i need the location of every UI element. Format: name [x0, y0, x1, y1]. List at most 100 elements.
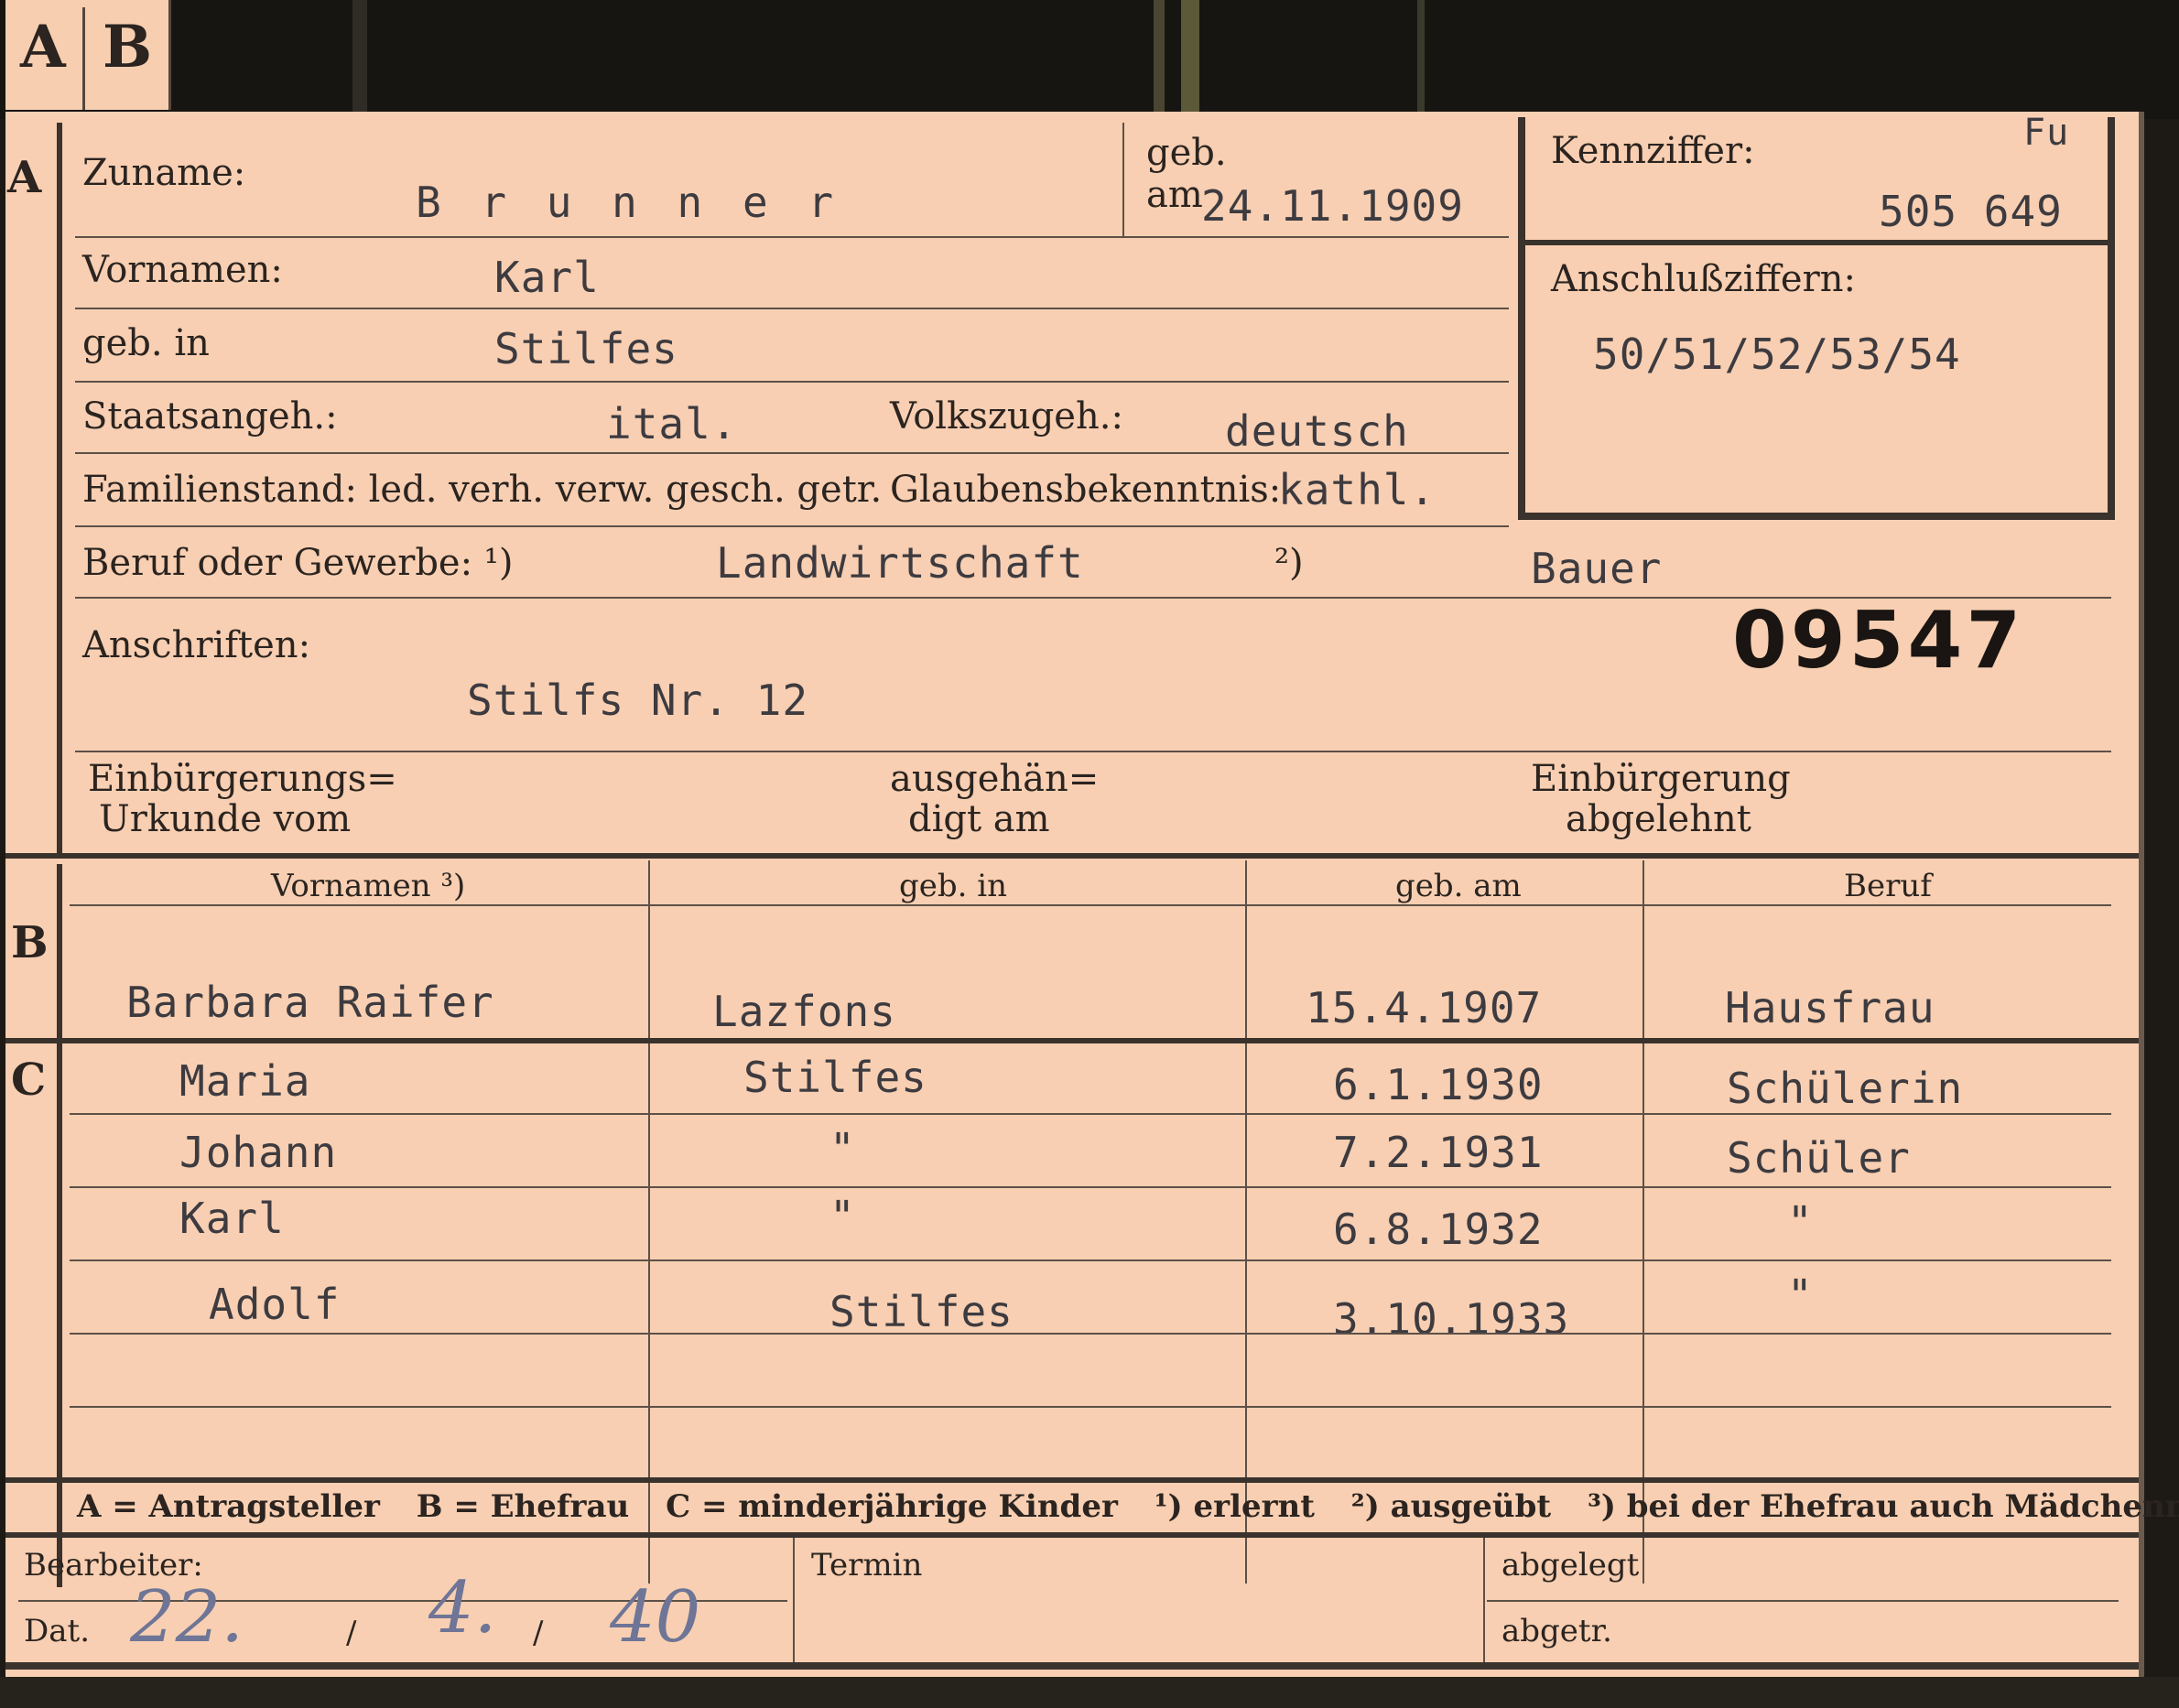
handed-out-label: ausgehän=	[890, 758, 1100, 800]
child-born-on: 3.10.1933	[1333, 1294, 1570, 1344]
top-dark-background	[0, 0, 2179, 119]
rule	[70, 904, 2111, 906]
spouse-first-names: Barbara Raifer	[126, 978, 494, 1027]
child-born-on: 7.2.1931	[1333, 1128, 1544, 1177]
child-first-names: Johann	[179, 1128, 338, 1177]
code-value: 505 649	[1879, 187, 2063, 236]
child-born-in: Stilfes	[743, 1053, 927, 1102]
section-divider	[5, 853, 2139, 859]
header-born-on: geb. am	[1395, 868, 1522, 904]
stamp-number: 09547	[1732, 595, 2025, 686]
legend-note-3: ³) bei der Ehefrau auch Mädchenname	[1587, 1488, 2179, 1525]
rule	[75, 452, 1509, 454]
footer-divider	[793, 1538, 795, 1666]
date-month: 4.	[428, 1567, 497, 1649]
birthplace-value: Stilfes	[494, 324, 678, 373]
birthplace-label: geb. in	[82, 322, 210, 364]
born-on-label: am	[1146, 174, 1203, 216]
citizenship-label: Staatsangeh.:	[82, 395, 338, 438]
section-a-bar	[57, 123, 62, 855]
index-card: A B C Zuname: B r u n n e r geb. am 24.1…	[5, 112, 2179, 1677]
rule	[75, 308, 1509, 309]
religion-value: kathl.	[1278, 465, 1436, 514]
child-born-in: Stilfes	[829, 1287, 1014, 1336]
background-band	[1154, 0, 1165, 114]
rule	[70, 1113, 2111, 1115]
naturalization-doc-label-2: Urkunde vom	[99, 798, 352, 840]
child-born-on: 6.8.1932	[1333, 1205, 1544, 1254]
header-occupation: Beruf	[1844, 868, 1932, 904]
spouse-occupation: Hausfrau	[1725, 983, 1935, 1032]
first-names-value: Karl	[494, 253, 600, 302]
bottom-dark-background	[0, 1677, 2179, 1708]
connection-label: Anschlußziffern:	[1551, 258, 1856, 300]
ethnicity-value: deutsch	[1225, 406, 1409, 456]
rule	[70, 1333, 2111, 1335]
address-label: Anschriften:	[82, 624, 311, 666]
legend-note-1: ¹) erlernt	[1154, 1488, 1315, 1525]
child-born-in: "	[829, 1124, 856, 1173]
surname-value: B r u n n e r	[416, 178, 841, 227]
reference-divider	[1525, 240, 2108, 245]
child-first-names: Adolf	[209, 1280, 341, 1329]
handed-out-label-2: digt am	[908, 798, 1050, 840]
appointment-label: Termin	[811, 1547, 923, 1584]
rule	[75, 236, 1509, 238]
background-band	[1417, 0, 1425, 114]
section-divider	[5, 1477, 2139, 1483]
rule	[70, 1186, 2111, 1188]
date-separator: /	[533, 1615, 544, 1651]
born-date-value: 24.11.1909	[1201, 181, 1464, 231]
code-label: Kennziffer:	[1551, 130, 1755, 172]
section-label-a: A	[7, 152, 42, 203]
child-first-names: Karl	[179, 1194, 285, 1243]
child-occupation: Schülerin	[1727, 1064, 1964, 1113]
legend-b: B = Ehefrau	[416, 1488, 630, 1525]
date-day: 22.	[130, 1576, 244, 1659]
table-column-divider	[648, 860, 650, 1584]
surname-label: Zuname:	[82, 152, 246, 194]
first-names-label: Vornamen:	[82, 249, 283, 291]
legend-c: C = minderjährige Kinder	[666, 1488, 1118, 1525]
card-bottom-border	[5, 1662, 2139, 1670]
child-born-in: "	[829, 1192, 856, 1241]
date-label: Dat.	[24, 1613, 91, 1649]
occupation-label: Beruf oder Gewerbe: ¹)	[82, 542, 514, 584]
separated-label: abgetr.	[1501, 1613, 1612, 1649]
naturalization-refused-label-2: abgelehnt	[1566, 798, 1751, 840]
marital-status-label: Familienstand: led. verh. verw. gesch. g…	[82, 469, 883, 511]
connection-value: 50/51/52/53/54	[1593, 330, 1961, 379]
child-born-on: 6.1.1930	[1333, 1060, 1544, 1109]
tab-divider	[82, 7, 85, 110]
citizenship-value: ital.	[606, 399, 738, 449]
born-date-divider	[1122, 123, 1124, 237]
card-tabs: A B	[5, 0, 171, 110]
occupation-practiced-value: Bauer	[1531, 544, 1663, 593]
child-first-names: Maria	[179, 1056, 311, 1106]
reference-box	[1518, 117, 2115, 520]
legend: A = Antragsteller B = Ehefrau C = minder…	[77, 1488, 2179, 1525]
rule	[75, 751, 2111, 752]
naturalization-refused-label: Einbürgerung	[1531, 758, 1791, 800]
section-divider	[5, 1038, 2139, 1043]
naturalization-doc-label: Einbürgerungs=	[88, 758, 397, 800]
header-born-in: geb. in	[899, 868, 1008, 904]
code-prefix: Fu	[2023, 112, 2070, 154]
tab-a: A	[20, 13, 66, 81]
date-year: 40	[610, 1576, 701, 1659]
legend-note-2: ²) ausgeübt	[1350, 1488, 1552, 1525]
rule	[75, 525, 1509, 527]
child-occupation: "	[1787, 1197, 1814, 1247]
religion-label: Glaubensbekenntnis:	[890, 469, 1282, 511]
address-value: Stilfs Nr. 12	[467, 676, 809, 725]
header-first-names: Vornamen ³)	[271, 868, 466, 904]
spouse-born-in: Lazfons	[712, 987, 896, 1036]
table-column-divider	[1245, 860, 1247, 1584]
legend-a: A = Antragsteller	[77, 1488, 380, 1525]
born-label: geb.	[1146, 132, 1227, 174]
section-label-b: B	[11, 917, 49, 968]
occupation-practiced-marker: ²)	[1274, 542, 1304, 584]
rule	[70, 1406, 2111, 1408]
rule	[70, 1259, 2111, 1261]
ethnicity-label: Volkszugeh.:	[890, 395, 1123, 438]
